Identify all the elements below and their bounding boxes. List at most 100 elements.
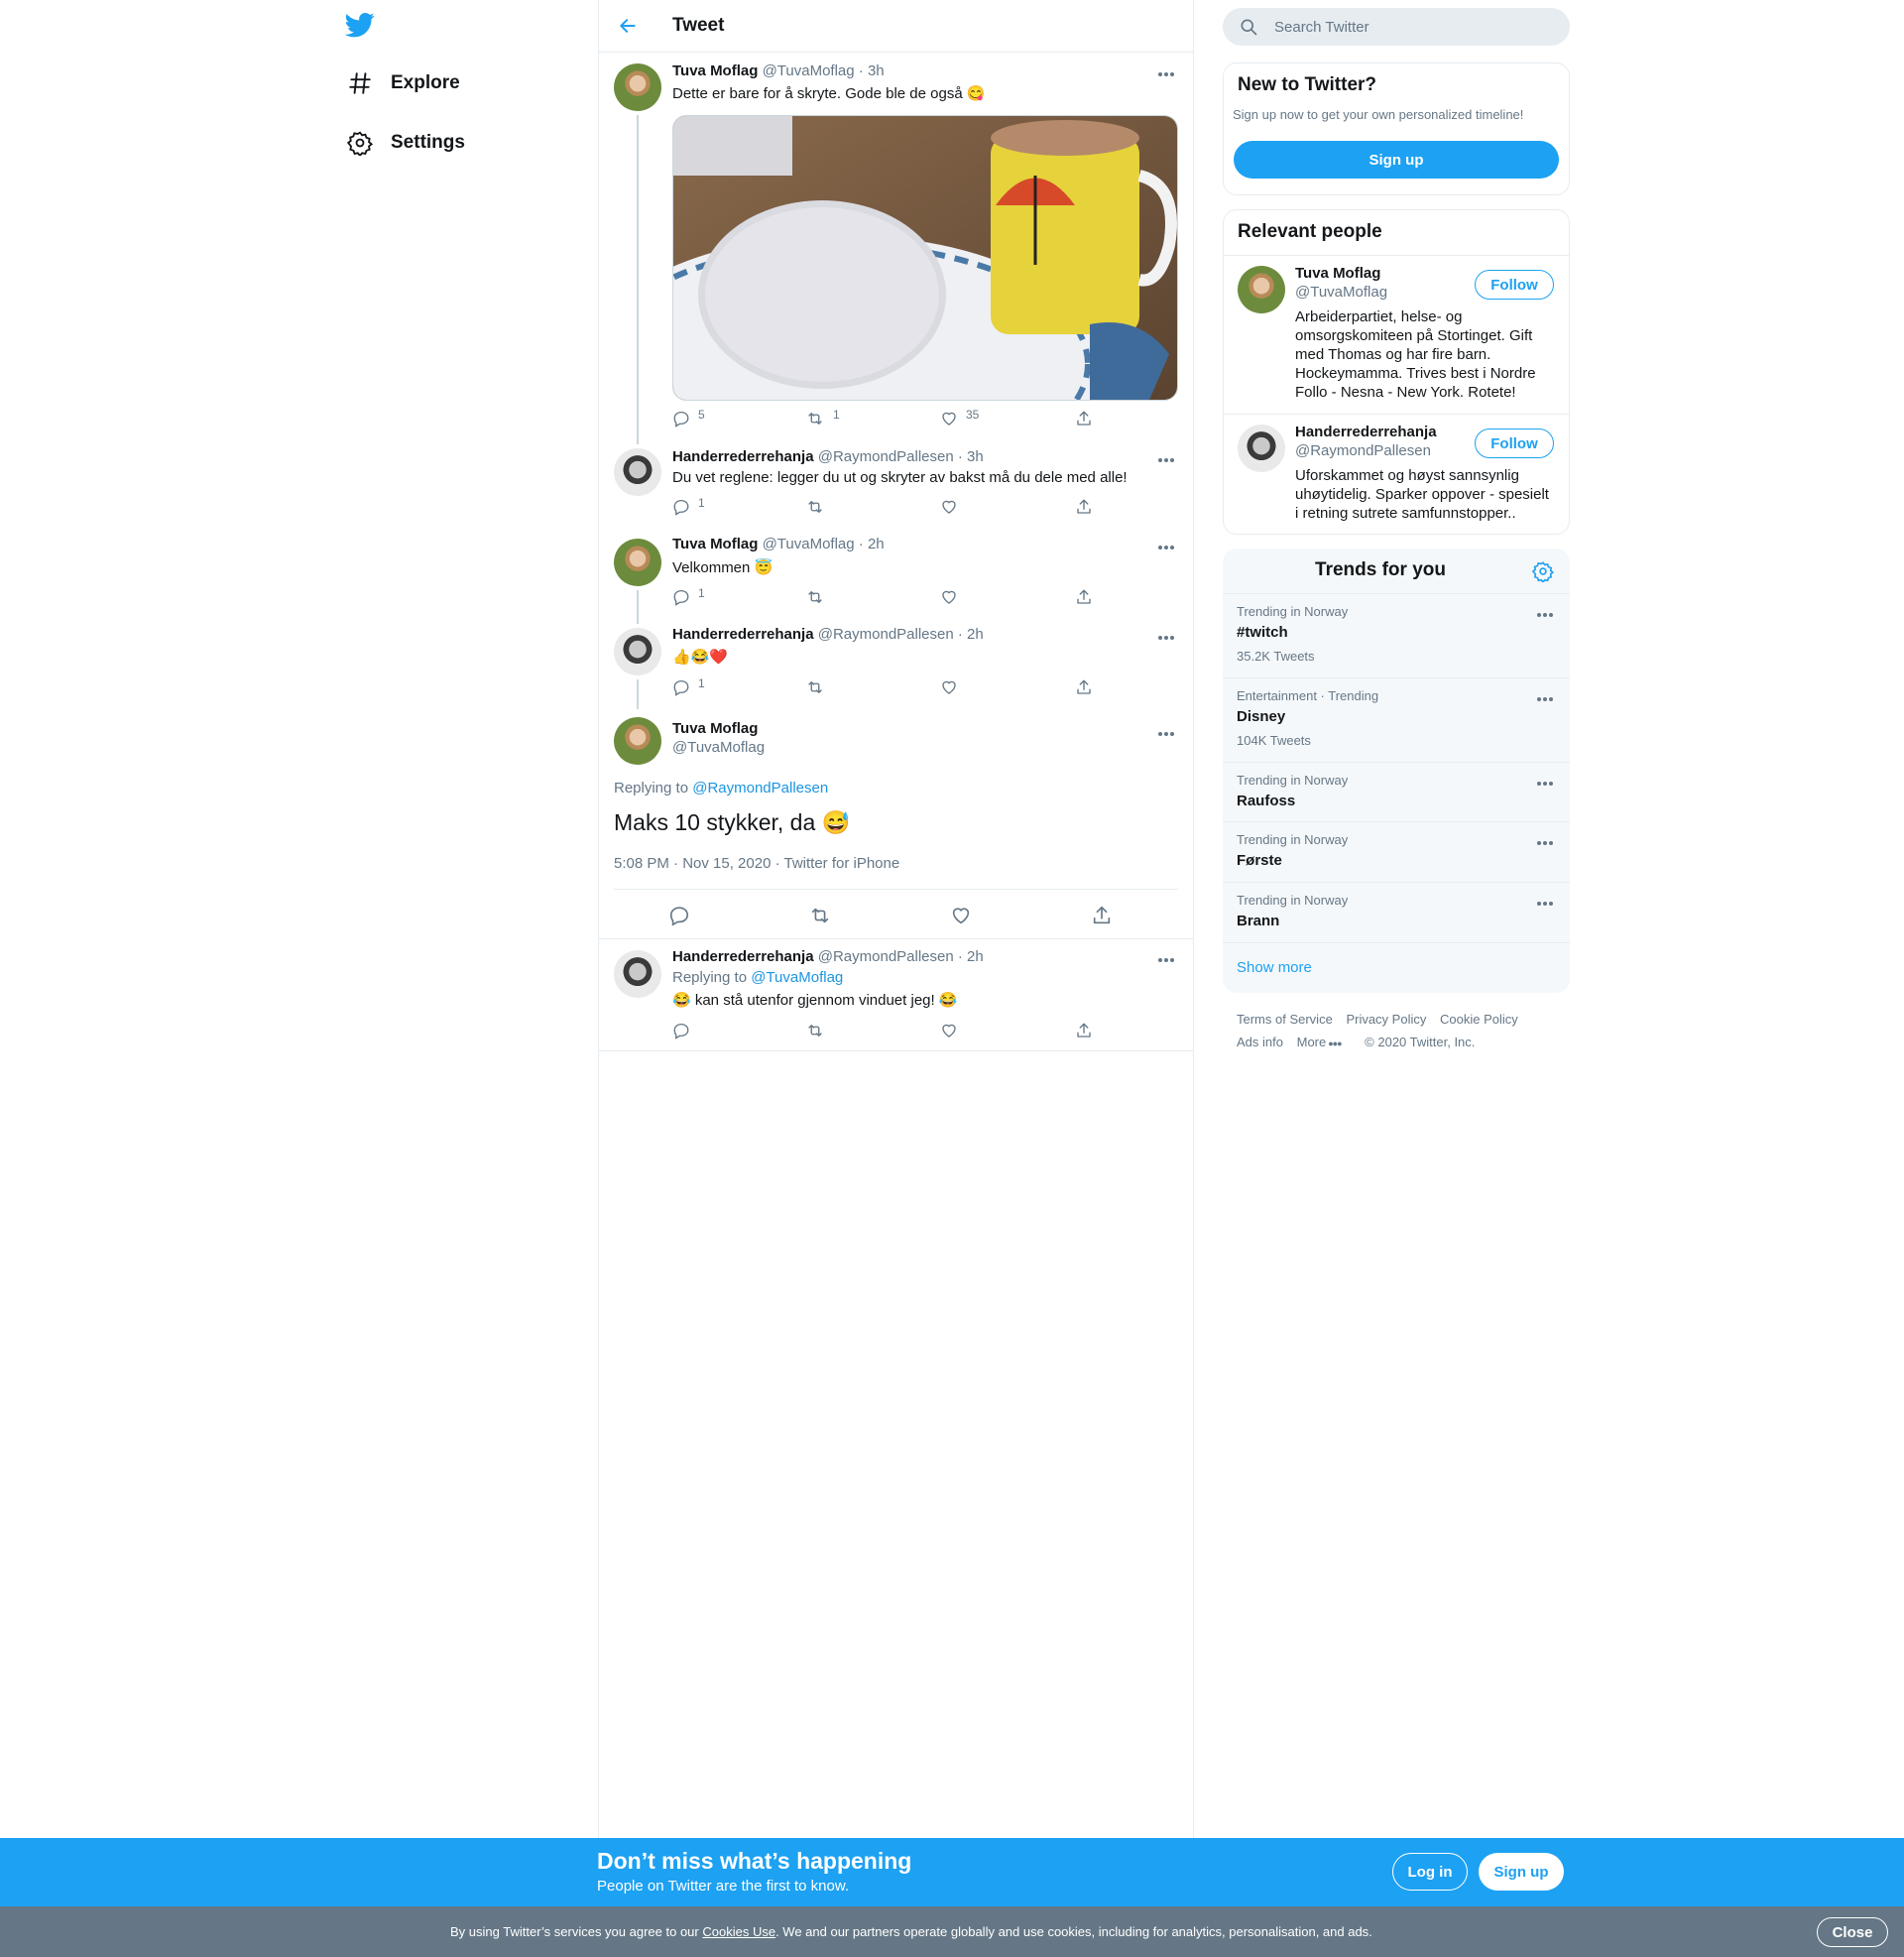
cookies-use-link[interactable]: Cookies Use [702, 1924, 775, 1939]
nav-explore[interactable]: Explore [345, 59, 460, 108]
author-handle[interactable]: @TuvaMoflag [672, 739, 765, 756]
replying-to-link[interactable]: @RaymondPallesen [692, 780, 828, 796]
avatar[interactable] [614, 717, 661, 765]
more-icon[interactable] [1155, 453, 1177, 467]
nav-settings[interactable]: Settings [345, 118, 465, 168]
twitter-logo-icon[interactable] [345, 10, 381, 46]
avatar[interactable] [1238, 425, 1285, 472]
search-input[interactable] [1272, 17, 1554, 37]
trend-item[interactable]: Trending in Norway #twitch 35.2K Tweets [1223, 593, 1570, 678]
like-button[interactable]: 35 [940, 408, 979, 431]
share-button[interactable] [1075, 410, 1093, 431]
more-icon[interactable] [1155, 67, 1177, 81]
share-button[interactable] [1075, 498, 1093, 520]
back-arrow-icon[interactable] [615, 13, 641, 39]
share-button[interactable] [1075, 678, 1093, 700]
more-icon[interactable] [1534, 608, 1556, 622]
thread-tweet[interactable]: Handerrederrehanja @RaymondPallesen · 2h… [599, 612, 1193, 709]
author-name[interactable]: Handerrederrehanja [672, 626, 814, 643]
tweet-time[interactable]: · 2h [958, 626, 984, 643]
tweet-time[interactable]: · 3h [859, 62, 885, 79]
terms-link[interactable]: Terms of Service [1237, 1012, 1333, 1027]
more-icon[interactable] [1155, 631, 1177, 645]
avatar[interactable] [614, 628, 661, 675]
signup-bar-button[interactable]: Sign up [1479, 1853, 1564, 1891]
author-name[interactable]: Tuva Moflag [672, 536, 758, 552]
cookie-close-button[interactable]: Close [1817, 1917, 1888, 1947]
like-button[interactable] [940, 498, 958, 520]
reply-button[interactable]: 1 [672, 496, 705, 520]
cookie-policy-link[interactable]: Cookie Policy [1440, 1012, 1518, 1027]
author-name[interactable]: Handerrederrehanja [672, 948, 814, 965]
more-icon[interactable] [1155, 953, 1177, 967]
privacy-link[interactable]: Privacy Policy [1346, 1012, 1426, 1027]
author-handle[interactable]: @RaymondPallesen [818, 948, 954, 965]
sign-up-button[interactable]: Sign up [1234, 141, 1559, 179]
retweet-button[interactable] [808, 905, 832, 926]
tweet-meta[interactable]: 5:08 PM · Nov 15, 2020 · Twitter for iPh… [614, 855, 899, 872]
avatar[interactable] [614, 539, 661, 586]
reply-button[interactable] [672, 1022, 690, 1043]
author-name[interactable]: Handerrederrehanja [672, 448, 814, 465]
follow-button[interactable]: Follow [1475, 270, 1554, 300]
more-icon[interactable] [1534, 897, 1556, 911]
retweet-button[interactable] [805, 1022, 825, 1043]
avatar[interactable] [1238, 266, 1285, 313]
reply-button[interactable]: 1 [672, 676, 705, 700]
tweet-time[interactable]: · 2h [958, 948, 984, 965]
trend-item[interactable]: Entertainment · Trending Disney 104K Twe… [1223, 677, 1570, 763]
login-button[interactable]: Log in [1392, 1853, 1468, 1891]
retweet-button[interactable] [805, 498, 825, 520]
reply-button[interactable]: 5 [672, 408, 705, 431]
person-name[interactable]: Tuva Moflag [1295, 265, 1380, 282]
tweet-photo[interactable] [672, 115, 1178, 401]
more-icon[interactable] [1155, 727, 1177, 741]
like-button[interactable] [940, 588, 958, 610]
show-more-link[interactable]: Show more [1223, 942, 1570, 994]
avatar[interactable] [614, 950, 661, 998]
person-item[interactable]: Tuva Moflag @TuvaMoflag Follow Arbeiderp… [1224, 256, 1569, 425]
share-button[interactable] [1075, 1022, 1093, 1043]
avatar[interactable] [614, 448, 661, 496]
author-handle[interactable]: @RaymondPallesen [818, 448, 954, 465]
person-handle[interactable]: @RaymondPallesen [1295, 442, 1431, 459]
person-handle[interactable]: @TuvaMoflag [1295, 284, 1387, 301]
like-button[interactable] [950, 905, 972, 926]
more-icon[interactable] [1534, 836, 1556, 850]
tweet-time[interactable]: · 2h [859, 536, 885, 552]
trend-item[interactable]: Trending in Norway Første [1223, 821, 1570, 883]
follow-button[interactable]: Follow [1475, 428, 1554, 458]
more-icon[interactable] [1534, 692, 1556, 706]
author-name[interactable]: Tuva Moflag [672, 720, 758, 737]
more-link[interactable]: More ●●● [1297, 1035, 1352, 1049]
thread-tweet[interactable]: Tuva Moflag @TuvaMoflag · 2h Velkommen 😇… [599, 522, 1193, 612]
thread-tweet[interactable]: Tuva Moflag @TuvaMoflag · 3h Dette er ba… [599, 53, 1193, 434]
reply-button[interactable]: 1 [672, 586, 705, 610]
replying-to-link[interactable]: @TuvaMoflag [751, 969, 843, 986]
avatar[interactable] [614, 63, 661, 111]
tweet-time[interactable]: · 3h [958, 448, 984, 465]
retweet-button[interactable] [805, 588, 825, 610]
person-name[interactable]: Handerrederrehanja [1295, 424, 1437, 440]
like-button[interactable] [940, 1022, 958, 1043]
author-handle[interactable]: @TuvaMoflag [763, 536, 855, 552]
share-button[interactable] [1091, 905, 1113, 926]
retweet-button[interactable]: 1 [805, 408, 840, 431]
trend-item[interactable]: Trending in Norway Brann [1223, 882, 1570, 943]
trend-item[interactable]: Trending in Norway Raufoss [1223, 762, 1570, 822]
author-handle[interactable]: @RaymondPallesen [818, 626, 954, 643]
reply-button[interactable] [668, 905, 690, 926]
more-icon[interactable] [1155, 541, 1177, 554]
settings-gear-icon[interactable] [1532, 560, 1554, 582]
share-button[interactable] [1075, 588, 1093, 610]
person-item[interactable]: Handerrederrehanja @RaymondPallesen Foll… [1224, 415, 1569, 534]
thread-tweet[interactable]: Handerrederrehanja @RaymondPallesen · 3h… [599, 432, 1193, 522]
ads-info-link[interactable]: Ads info [1237, 1035, 1283, 1049]
author-name[interactable]: Tuva Moflag [672, 62, 758, 79]
retweet-button[interactable] [805, 678, 825, 700]
reply-tweet[interactable]: Handerrederrehanja @RaymondPallesen · 2h… [599, 939, 1193, 1051]
more-icon[interactable] [1534, 777, 1556, 791]
author-handle[interactable]: @TuvaMoflag [763, 62, 855, 79]
search-box[interactable] [1223, 8, 1570, 46]
like-button[interactable] [940, 678, 958, 700]
